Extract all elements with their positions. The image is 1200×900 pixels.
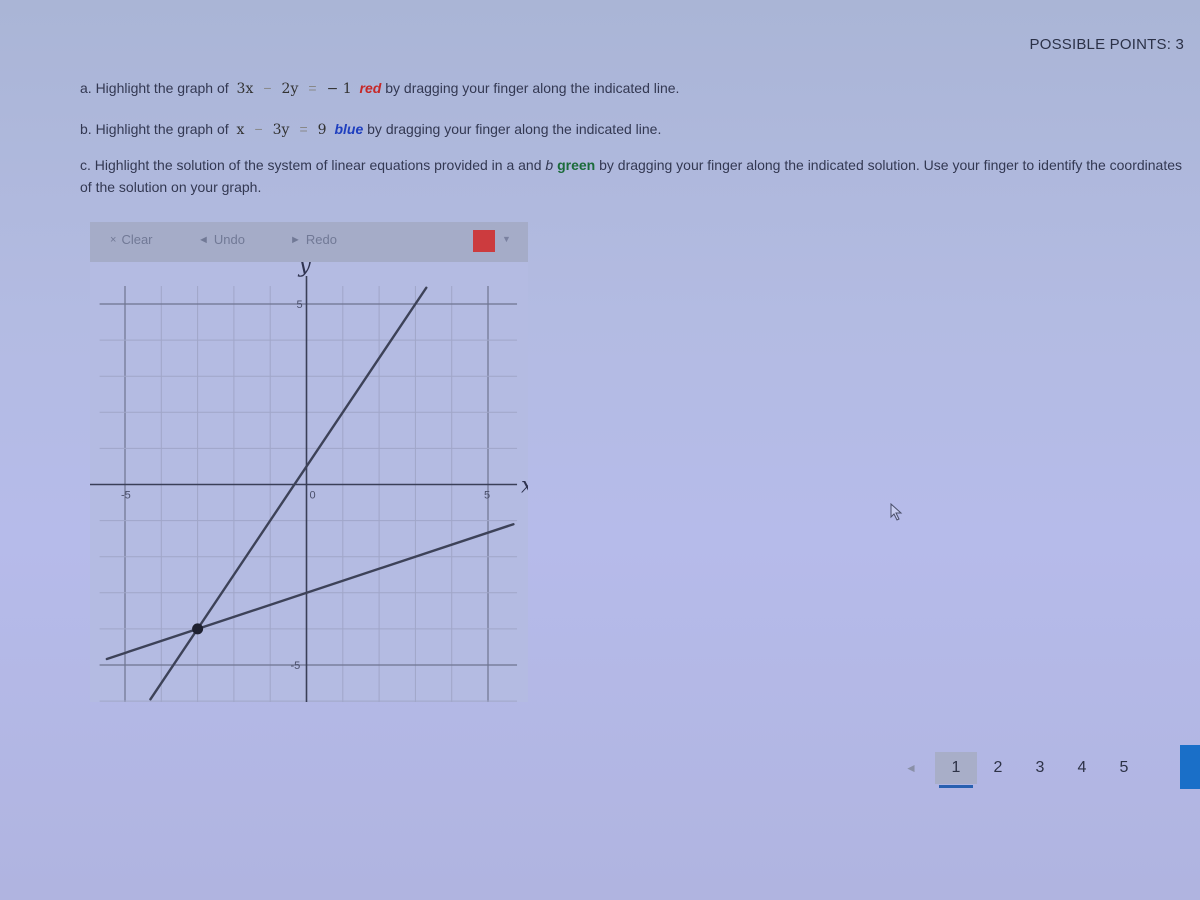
question-b-prefix: b. Highlight the graph of: [80, 121, 229, 137]
question-b-suffix: by dragging your finger along the indica…: [367, 121, 662, 137]
tick-label-x-5: 5: [484, 490, 490, 502]
clear-label: Clear: [121, 232, 153, 247]
question-c: c. Highlight the solution of the system …: [80, 154, 1190, 198]
eq-a-term2: 2y: [281, 81, 299, 97]
line-a: [149, 286, 428, 701]
eq-a-op: −: [263, 80, 272, 96]
eq-b-term2: 3y: [272, 122, 290, 138]
question-a: a. Highlight the graph of 3x −2y = − 1 red …: [80, 77, 679, 100]
color-picker-swatch[interactable]: [473, 230, 495, 252]
next-page-button[interactable]: [1180, 745, 1200, 789]
question-c-prefix: c. Highlight the solution of the system …: [80, 157, 542, 173]
tick-label-y--5: -5: [291, 660, 301, 672]
tick-label-x--5: -5: [121, 490, 131, 502]
redo-button[interactable]: ► Redo: [290, 232, 337, 247]
mouse-cursor-icon: [890, 503, 903, 521]
undo-button[interactable]: ◄ Undo: [198, 232, 245, 247]
x-axis-label: x: [521, 474, 528, 499]
undo-label: Undo: [213, 232, 245, 247]
page-5[interactable]: 5: [1103, 752, 1145, 784]
question-b: b. Highlight the graph of x −3y = 9 blue by…: [80, 118, 661, 141]
eq-a-term1: 3x: [236, 81, 254, 97]
page-3[interactable]: 3: [1019, 752, 1061, 784]
line-b: [105, 523, 515, 661]
graph-toolbar: × Clear ◄ Undo ► Redo ▼: [90, 222, 528, 262]
prev-page-icon[interactable]: ◄: [905, 761, 935, 775]
y-axis-label: y: [298, 262, 312, 278]
chevron-down-icon[interactable]: ▼: [502, 234, 511, 244]
tick-label-x-0: 0: [310, 490, 316, 502]
graph-canvas[interactable]: -5 0 5 5 -5 x y: [90, 262, 528, 702]
tick-label-y-5: 5: [297, 299, 303, 311]
question-a-suffix: by dragging your finger along the indica…: [385, 80, 680, 96]
eq-a-equals: =: [308, 80, 317, 96]
eq-b-equals: =: [299, 121, 308, 137]
page-2[interactable]: 2: [977, 752, 1019, 784]
color-word-green: green: [557, 157, 596, 173]
eq-b-rhs: 9: [317, 122, 327, 138]
eq-b-op: −: [254, 121, 263, 137]
eq-b-term1: x: [236, 122, 245, 138]
color-word-blue: blue: [334, 121, 364, 137]
coordinate-plane[interactable]: -5 0 5 5 -5 x y: [90, 262, 528, 702]
possible-points: POSSIBLE POINTS: 3: [1029, 36, 1184, 53]
undo-icon: ◄: [198, 233, 209, 246]
color-word-red: red: [359, 80, 382, 96]
eq-a-rhs: − 1: [326, 81, 352, 97]
pagination: ◄ 1 2 3 4 5: [905, 750, 1145, 788]
close-icon: ×: [110, 233, 117, 246]
page-4[interactable]: 4: [1061, 752, 1103, 784]
clear-button[interactable]: × Clear: [110, 232, 153, 247]
question-c-b-ref: b: [545, 157, 554, 173]
page-1[interactable]: 1: [935, 752, 977, 788]
redo-icon: ►: [290, 233, 301, 246]
solution-point: [192, 623, 204, 635]
redo-label: Redo: [305, 232, 337, 247]
question-a-prefix: a. Highlight the graph of: [80, 80, 229, 96]
